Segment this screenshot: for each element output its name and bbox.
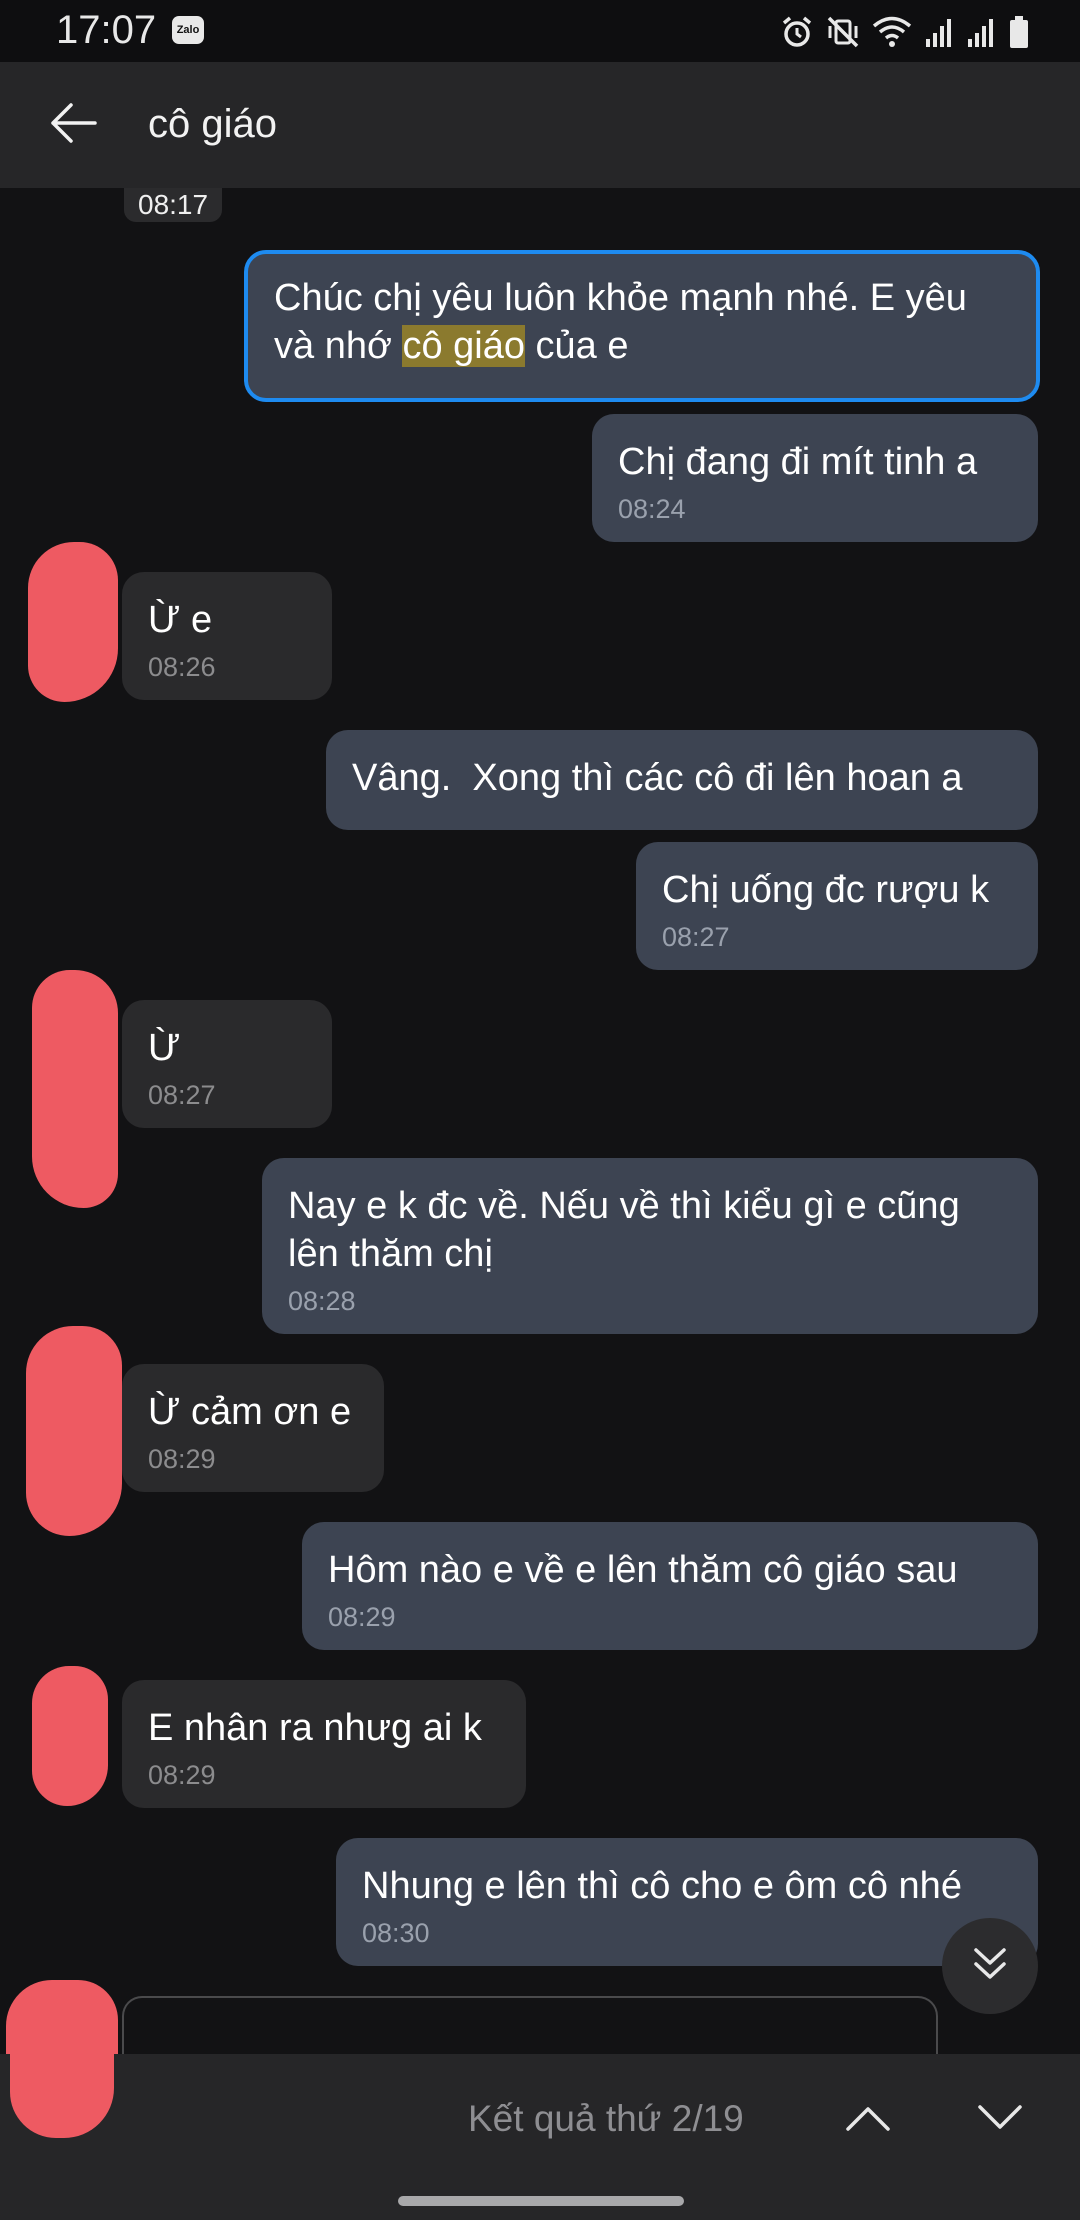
message-bubble-received[interactable] bbox=[122, 1996, 938, 2054]
message-time: 08:28 bbox=[288, 1286, 356, 1316]
message-time: 08:29 bbox=[328, 1602, 396, 1632]
search-result-bar: Kết quả thứ 2/19 bbox=[0, 2048, 1080, 2186]
message-text: Hôm nào e về e lên thăm cô giáo sau bbox=[328, 1549, 958, 1591]
message-bubble-sent[interactable]: Hôm nào e về e lên thăm cô giáo sau 08:2… bbox=[302, 1522, 1038, 1650]
message-text: Ừ bbox=[148, 1027, 181, 1069]
signal-icon bbox=[924, 15, 954, 49]
zalo-notification-icon: Zalo bbox=[172, 16, 204, 44]
message-list[interactable]: 08:17 Chúc chị yêu luôn khỏe mạnh nhé. E… bbox=[0, 188, 1080, 2054]
battery-icon bbox=[1008, 15, 1030, 49]
search-highlight: cô giáo bbox=[402, 325, 525, 367]
redaction-mark bbox=[28, 542, 118, 702]
status-bar: 17:07 Zalo bbox=[0, 0, 1080, 62]
arrow-left-icon bbox=[49, 102, 97, 148]
status-time: 17:07 bbox=[56, 8, 157, 52]
chevron-down-icon bbox=[977, 2104, 1023, 2137]
message-time: 08:27 bbox=[662, 922, 730, 952]
scroll-to-bottom-button[interactable] bbox=[942, 1918, 1038, 2014]
message-bubble-received[interactable]: E nhân ra nhưg ai k 08:29 bbox=[122, 1680, 526, 1808]
message-time: 08:30 bbox=[362, 1918, 430, 1948]
message-time: 08:29 bbox=[148, 1444, 216, 1474]
redaction-mark bbox=[26, 1326, 122, 1536]
redaction-mark bbox=[32, 970, 118, 1208]
message-time: 08:27 bbox=[148, 1080, 216, 1110]
message-bubble-sent[interactable]: Chị uống đc rượu k 08:27 bbox=[636, 842, 1038, 970]
message-bubble-sent[interactable]: Nay e k đc về. Nếu về thì kiểu gì e cũng… bbox=[262, 1158, 1038, 1334]
redaction-mark bbox=[10, 2048, 114, 2138]
home-indicator[interactable] bbox=[398, 2196, 684, 2206]
chat-header: cô giáo bbox=[0, 62, 1080, 188]
next-result-button[interactable] bbox=[964, 2084, 1036, 2156]
message-text: Chị uống đc rượu k bbox=[662, 869, 990, 911]
alarm-icon bbox=[780, 15, 814, 49]
message-time: 08:29 bbox=[148, 1760, 216, 1790]
message-text: Chị đang đi mít tinh a bbox=[618, 441, 978, 483]
back-button[interactable] bbox=[40, 92, 106, 158]
message-bubble-sent[interactable]: Chị đang đi mít tinh a 08:24 bbox=[592, 414, 1038, 542]
redaction-mark bbox=[6, 1980, 118, 2054]
message-time: 08:26 bbox=[148, 652, 216, 682]
search-result-counter: Kết quả thứ 2/19 bbox=[468, 2098, 744, 2139]
double-chevron-down-icon bbox=[970, 1944, 1010, 1989]
message-bubble-received[interactable]: Ừ 08:27 bbox=[122, 1000, 332, 1128]
message-bubble-received[interactable]: Ừ cảm ơn e 08:29 bbox=[122, 1364, 384, 1492]
message-time: 08:24 bbox=[618, 494, 686, 524]
conversation-title[interactable]: cô giáo bbox=[148, 102, 277, 147]
message-bubble-received[interactable]: Ừ e 08:26 bbox=[122, 572, 332, 700]
message-text: Ừ e bbox=[148, 599, 213, 641]
message-text: Vâng. Xong thì các cô đi lên hoan a bbox=[352, 757, 963, 799]
chevron-up-icon bbox=[845, 2104, 891, 2137]
redaction-mark bbox=[32, 1666, 108, 1806]
message-text: Ừ cảm ơn e bbox=[148, 1391, 352, 1433]
status-icons bbox=[780, 12, 1030, 52]
vibrate-mute-icon bbox=[826, 15, 860, 49]
message-bubble-sent[interactable]: Chúc chị yêu luôn khỏe mạnh nhé. E yêu v… bbox=[244, 250, 1040, 402]
wifi-icon bbox=[872, 15, 912, 49]
message-text: E nhân ra nhưg ai k bbox=[148, 1707, 482, 1749]
message-text: Chúc chị yêu luôn khỏe mạnh nhé. E yêu v… bbox=[274, 277, 967, 367]
message-text: Nay e k đc về. Nếu về thì kiểu gì e cũng… bbox=[288, 1185, 960, 1275]
previous-result-button[interactable] bbox=[832, 2084, 904, 2156]
date-chip: 08:17 bbox=[124, 188, 223, 222]
message-text: Nhung e lên thì cô cho e ôm cô nhé bbox=[362, 1865, 962, 1907]
message-bubble-sent[interactable]: Vâng. Xong thì các cô đi lên hoan a bbox=[326, 730, 1038, 830]
system-navigation-area bbox=[0, 2186, 1080, 2220]
message-bubble-sent[interactable]: Nhung e lên thì cô cho e ôm cô nhé 08:30 bbox=[336, 1838, 1038, 1966]
signal-icon bbox=[966, 15, 996, 49]
